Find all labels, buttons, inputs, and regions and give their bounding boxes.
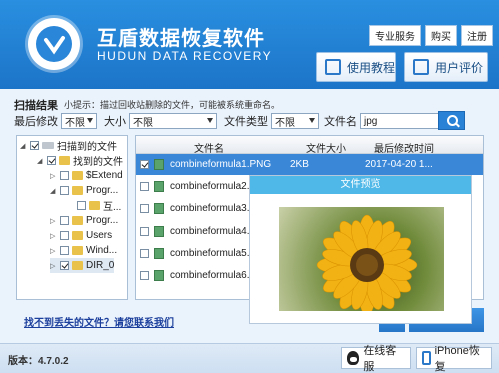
- tree-item[interactable]: ▷ DIR_0: [50, 258, 115, 273]
- column-file-name[interactable]: 文件名: [194, 140, 224, 155]
- collapse-icon[interactable]: ◢: [37, 157, 44, 165]
- folder-tree[interactable]: ◢ 扫描到的文件 ◢ 找到的文件 ▷ $Extend ◢ Progr... 互.…: [16, 135, 128, 300]
- filter-row: 最后修改 不限 大小 不限 文件类型 不限 文件名 jpg: [14, 113, 458, 129]
- tree-checkbox[interactable]: [60, 186, 69, 195]
- preview-title: 文件预览: [250, 176, 471, 194]
- scan-results-title: 扫描结果: [14, 100, 58, 112]
- row-checkbox[interactable]: [140, 160, 149, 169]
- folder-icon: [89, 201, 100, 210]
- online-service-button[interactable]: 在线客服: [341, 345, 411, 373]
- tree-checkbox[interactable]: [30, 141, 39, 150]
- tree-checkbox[interactable]: [60, 216, 69, 225]
- table-row[interactable]: combineformula1.PNG 2KB 2017-04-20 1...: [136, 154, 483, 175]
- size-select[interactable]: 不限: [129, 113, 217, 129]
- image-file-icon: [154, 181, 164, 192]
- top-links: 专业服务 购买 注册: [369, 25, 493, 46]
- register-link[interactable]: 注册: [461, 25, 493, 46]
- app-header: 互盾数据恢复软件 HUDUN DATA RECOVERY 专业服务 购买 注册 …: [0, 0, 499, 89]
- book-icon: [325, 59, 341, 75]
- tree-item[interactable]: ▷ Users: [50, 228, 112, 243]
- phone-icon: [422, 351, 431, 365]
- folder-icon: [72, 261, 83, 270]
- row-checkbox[interactable]: [140, 204, 149, 213]
- row-checkbox[interactable]: [140, 249, 149, 258]
- modified-select[interactable]: 不限: [61, 113, 97, 129]
- app-title: 互盾数据恢复软件: [97, 28, 265, 50]
- expand-icon[interactable]: ▷: [50, 247, 57, 255]
- modified-label: 最后修改: [14, 116, 58, 128]
- pro-service-link[interactable]: 专业服务: [369, 25, 421, 46]
- dropdown-arrow-icon: [309, 118, 315, 123]
- scan-tip: 小提示：描过回收站删除的文件，可能被系统重命名。: [64, 100, 281, 110]
- user-review-button[interactable]: 用户评价: [404, 52, 488, 82]
- collapse-icon[interactable]: ◢: [20, 142, 27, 150]
- column-modified-time[interactable]: 最后修改时间: [374, 140, 434, 155]
- buy-link[interactable]: 购买: [425, 25, 457, 46]
- folder-icon: [72, 186, 83, 195]
- drive-icon: [42, 142, 54, 149]
- qq-icon: [347, 351, 360, 365]
- file-type-select[interactable]: 不限: [271, 113, 319, 129]
- image-file-icon: [154, 248, 164, 259]
- dropdown-arrow-icon: [87, 118, 93, 123]
- expand-icon[interactable]: ▷: [50, 232, 57, 240]
- tree-item[interactable]: ▷ Progr...: [50, 213, 118, 228]
- tree-item[interactable]: ▷ $Extend: [50, 168, 123, 183]
- image-file-icon: [154, 270, 164, 281]
- search-button[interactable]: [438, 111, 465, 130]
- file-name-label: 文件名: [324, 116, 357, 128]
- tree-item[interactable]: 互...: [67, 198, 121, 213]
- file-preview-popup: 文件预览: [249, 175, 472, 324]
- folder-icon: [72, 216, 83, 225]
- expand-icon[interactable]: ▷: [50, 172, 57, 180]
- size-label: 大小: [104, 116, 126, 128]
- tree-checkbox[interactable]: [77, 201, 86, 210]
- shield-logo-icon: [28, 18, 80, 70]
- column-file-size[interactable]: 文件大小: [306, 140, 346, 155]
- preview-image: [279, 207, 444, 311]
- row-checkbox[interactable]: [140, 271, 149, 280]
- dropdown-arrow-icon: [207, 118, 213, 123]
- collapse-icon[interactable]: ◢: [50, 187, 57, 195]
- version-label: 版本：4.7.0.2: [8, 356, 69, 367]
- tree-item[interactable]: ▷ Wind...: [50, 243, 117, 258]
- image-file-icon: [154, 226, 164, 237]
- tree-item[interactable]: ◢ 扫描到的文件: [20, 138, 117, 153]
- list-header: 文件名 文件大小 最后修改时间: [136, 136, 483, 155]
- file-type-label: 文件类型: [224, 116, 268, 128]
- iphone-recovery-button[interactable]: iPhone恢复: [416, 345, 492, 373]
- tutorial-button[interactable]: 使用教程: [316, 52, 396, 82]
- contact-us-link[interactable]: 找不到丢失的文件？请您联系我们: [24, 314, 174, 329]
- folder-icon: [59, 156, 70, 165]
- tree-checkbox[interactable]: [60, 171, 69, 180]
- image-file-icon: [154, 159, 164, 170]
- row-checkbox[interactable]: [140, 182, 149, 191]
- chat-icon: [413, 59, 429, 75]
- tree-checkbox[interactable]: [60, 231, 69, 240]
- tree-checkbox[interactable]: [47, 156, 56, 165]
- folder-icon: [72, 171, 83, 180]
- expand-icon[interactable]: ▷: [50, 262, 57, 270]
- tree-item[interactable]: ◢ Progr...: [50, 183, 118, 198]
- folder-icon: [72, 246, 83, 255]
- app-subtitle: HUDUN DATA RECOVERY: [97, 49, 273, 63]
- expand-icon[interactable]: ▷: [50, 217, 57, 225]
- tree-checkbox[interactable]: [60, 261, 69, 270]
- folder-icon: [72, 231, 83, 240]
- tree-checkbox[interactable]: [60, 246, 69, 255]
- image-file-icon: [154, 203, 164, 214]
- row-checkbox[interactable]: [140, 227, 149, 236]
- tree-item[interactable]: ◢ 找到的文件: [37, 153, 123, 168]
